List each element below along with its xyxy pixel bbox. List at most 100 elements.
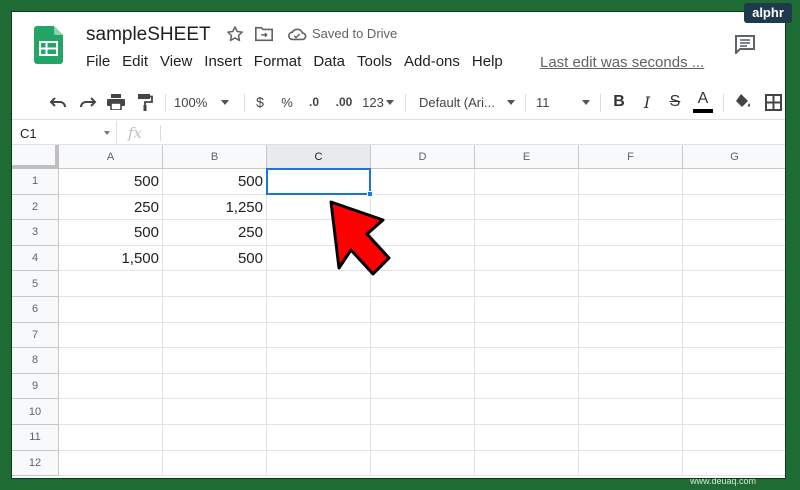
- name-box[interactable]: C1: [12, 121, 117, 145]
- cell-e10[interactable]: [475, 399, 579, 425]
- menu-file[interactable]: File: [86, 53, 116, 70]
- cell-d7[interactable]: [371, 322, 475, 349]
- cell-a6[interactable]: [59, 297, 163, 323]
- undo-button[interactable]: [46, 90, 70, 114]
- cell-f8[interactable]: [579, 348, 683, 374]
- cell-c11[interactable]: [267, 425, 371, 451]
- select-all-corner[interactable]: [12, 145, 59, 169]
- cell-b8[interactable]: [163, 348, 267, 374]
- star-icon[interactable]: [225, 24, 245, 44]
- cell-e4[interactable]: [475, 245, 579, 272]
- percent-format-button[interactable]: %: [277, 90, 297, 114]
- row-header-3[interactable]: 3: [12, 220, 59, 246]
- menu-format[interactable]: Format: [248, 53, 308, 70]
- font-size-select[interactable]: 11: [536, 90, 590, 114]
- cell-b12[interactable]: [163, 450, 267, 477]
- cell-g10[interactable]: [683, 399, 785, 425]
- cell-f4[interactable]: [579, 245, 683, 272]
- cell-d8[interactable]: [371, 348, 475, 374]
- cell-f12[interactable]: [579, 450, 683, 477]
- cell-d10[interactable]: [371, 399, 475, 425]
- cell-a7[interactable]: [59, 322, 163, 349]
- cell-b9[interactable]: [163, 373, 267, 400]
- comment-history-icon[interactable]: [734, 34, 756, 54]
- cell-d9[interactable]: [371, 373, 475, 400]
- cell-b11[interactable]: [163, 425, 267, 451]
- strikethrough-button[interactable]: S: [664, 90, 686, 114]
- move-folder-icon[interactable]: [254, 25, 274, 43]
- print-button[interactable]: [104, 90, 128, 114]
- cell-c9[interactable]: [267, 373, 371, 400]
- cell-b1[interactable]: 500: [163, 169, 267, 195]
- cell-g1[interactable]: [683, 169, 785, 195]
- column-header-e[interactable]: E: [475, 145, 579, 169]
- cell-e3[interactable]: [475, 220, 579, 246]
- cell-b4[interactable]: 500: [163, 245, 267, 272]
- row-header-10[interactable]: 10: [12, 399, 59, 425]
- cell-a11[interactable]: [59, 425, 163, 451]
- cell-a8[interactable]: [59, 348, 163, 374]
- cell-a4[interactable]: 1,500: [59, 245, 163, 272]
- cell-e9[interactable]: [475, 373, 579, 400]
- cell-b2[interactable]: 1,250: [163, 194, 267, 221]
- document-title[interactable]: sampleSHEET: [86, 24, 211, 46]
- cell-e11[interactable]: [475, 425, 579, 451]
- bold-button[interactable]: B: [608, 90, 630, 114]
- cell-c12[interactable]: [267, 450, 371, 477]
- menu-tools[interactable]: Tools: [351, 53, 398, 70]
- cell-e7[interactable]: [475, 322, 579, 349]
- zoom-select[interactable]: 100%: [174, 90, 236, 114]
- cell-a12[interactable]: [59, 450, 163, 477]
- borders-button[interactable]: [762, 90, 784, 114]
- cell-e8[interactable]: [475, 348, 579, 374]
- cell-f5[interactable]: [579, 271, 683, 297]
- last-edit-link[interactable]: Last edit was seconds ...: [540, 54, 704, 71]
- cell-f7[interactable]: [579, 322, 683, 349]
- cell-b10[interactable]: [163, 399, 267, 425]
- cell-e1[interactable]: [475, 169, 579, 195]
- menu-edit[interactable]: Edit: [116, 53, 154, 70]
- fill-handle[interactable]: [367, 190, 373, 197]
- redo-button[interactable]: [76, 90, 100, 114]
- column-header-a[interactable]: A: [59, 145, 163, 169]
- row-header-9[interactable]: 9: [12, 373, 59, 400]
- cloud-saved-icon[interactable]: [287, 26, 307, 42]
- currency-format-button[interactable]: $: [250, 90, 270, 114]
- cell-g4[interactable]: [683, 246, 785, 272]
- cell-g7[interactable]: [683, 323, 785, 349]
- cell-g12[interactable]: [683, 451, 785, 477]
- increase-decimal-button[interactable]: .00: [330, 90, 358, 114]
- cell-f9[interactable]: [579, 373, 683, 400]
- cell-a10[interactable]: [59, 399, 163, 425]
- menu-help[interactable]: Help: [466, 53, 509, 70]
- cell-f6[interactable]: [579, 297, 683, 323]
- cell-g5[interactable]: [683, 271, 785, 297]
- row-header-4[interactable]: 4: [12, 245, 59, 272]
- column-header-f[interactable]: F: [579, 145, 683, 169]
- column-header-b[interactable]: B: [163, 145, 267, 169]
- menu-data[interactable]: Data: [307, 53, 351, 70]
- cell-b7[interactable]: [163, 322, 267, 349]
- cell-d6[interactable]: [371, 297, 475, 323]
- cell-d1[interactable]: [371, 169, 475, 195]
- cell-g8[interactable]: [683, 348, 785, 374]
- cell-g3[interactable]: [683, 220, 785, 246]
- decrease-decimal-button[interactable]: .0: [302, 90, 326, 114]
- row-header-2[interactable]: 2: [12, 194, 59, 221]
- cell-c8[interactable]: [267, 348, 371, 374]
- cell-g2[interactable]: [683, 195, 785, 221]
- cell-a3[interactable]: 500: [59, 220, 163, 246]
- italic-button[interactable]: I: [636, 90, 658, 114]
- fill-color-button[interactable]: [732, 90, 754, 114]
- menu-addons[interactable]: Add-ons: [398, 53, 466, 70]
- cell-g9[interactable]: [683, 374, 785, 400]
- cell-e6[interactable]: [475, 297, 579, 323]
- cell-d11[interactable]: [371, 425, 475, 451]
- cell-g11[interactable]: [683, 425, 785, 451]
- font-select[interactable]: Default (Ari...: [419, 90, 515, 114]
- cell-f2[interactable]: [579, 194, 683, 221]
- cell-c7[interactable]: [267, 322, 371, 349]
- column-header-d[interactable]: D: [371, 145, 475, 169]
- more-formats-button[interactable]: 123: [360, 90, 396, 114]
- cell-a5[interactable]: [59, 271, 163, 297]
